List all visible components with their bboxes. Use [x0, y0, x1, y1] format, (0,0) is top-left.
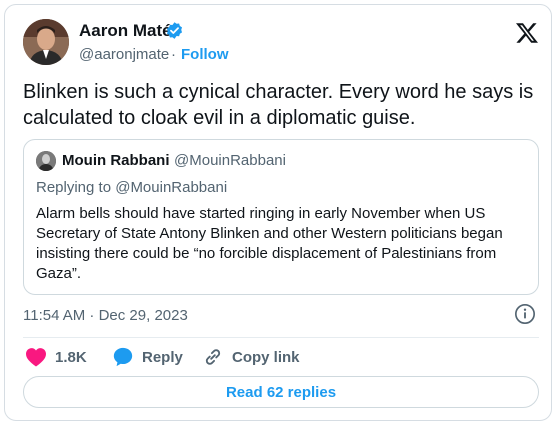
author-avatar[interactable] — [23, 19, 69, 65]
tweet-timestamp[interactable]: 11:54 AM · Dec 29, 2023 — [23, 307, 188, 324]
heart-icon — [26, 348, 46, 367]
quoted-tweet[interactable]: Mouin Rabbani @MouinRabbani Replying to … — [23, 139, 539, 295]
quoted-author-handle: @MouinRabbani — [174, 152, 286, 169]
follow-button[interactable]: Follow — [181, 46, 229, 63]
author-handle[interactable]: @aaronjmate — [79, 46, 169, 63]
like-button[interactable]: 1.8K — [25, 345, 87, 369]
handle-separator: · — [171, 46, 176, 63]
divider — [23, 337, 539, 338]
copy-link-label: Copy link — [232, 348, 300, 366]
quoted-replying-to: Replying to @MouinRabbani — [36, 179, 228, 196]
like-count: 1.8K — [55, 348, 87, 366]
reply-bubble-icon — [113, 347, 133, 367]
quoted-tweet-text: Alarm bells should have started ringing … — [36, 205, 503, 282]
link-icon — [205, 349, 221, 365]
read-replies-button[interactable]: Read 62 replies — [23, 376, 539, 408]
x-logo-icon[interactable] — [515, 21, 539, 45]
copy-link-button[interactable]: Copy link — [202, 345, 300, 369]
reply-button[interactable]: Reply — [112, 345, 183, 369]
tweet-card: Aaron Maté @aaronjmate · Follow Blinken … — [4, 4, 552, 421]
quoted-author-avatar — [36, 151, 56, 171]
reply-label: Reply — [142, 348, 183, 366]
author-name[interactable]: Aaron Maté — [79, 21, 172, 41]
tweet-text: Blinken is such a cynical character. Eve… — [23, 81, 534, 129]
quoted-author-name: Mouin Rabbani — [62, 152, 170, 169]
info-icon[interactable] — [514, 303, 536, 325]
verified-icon — [166, 22, 183, 39]
